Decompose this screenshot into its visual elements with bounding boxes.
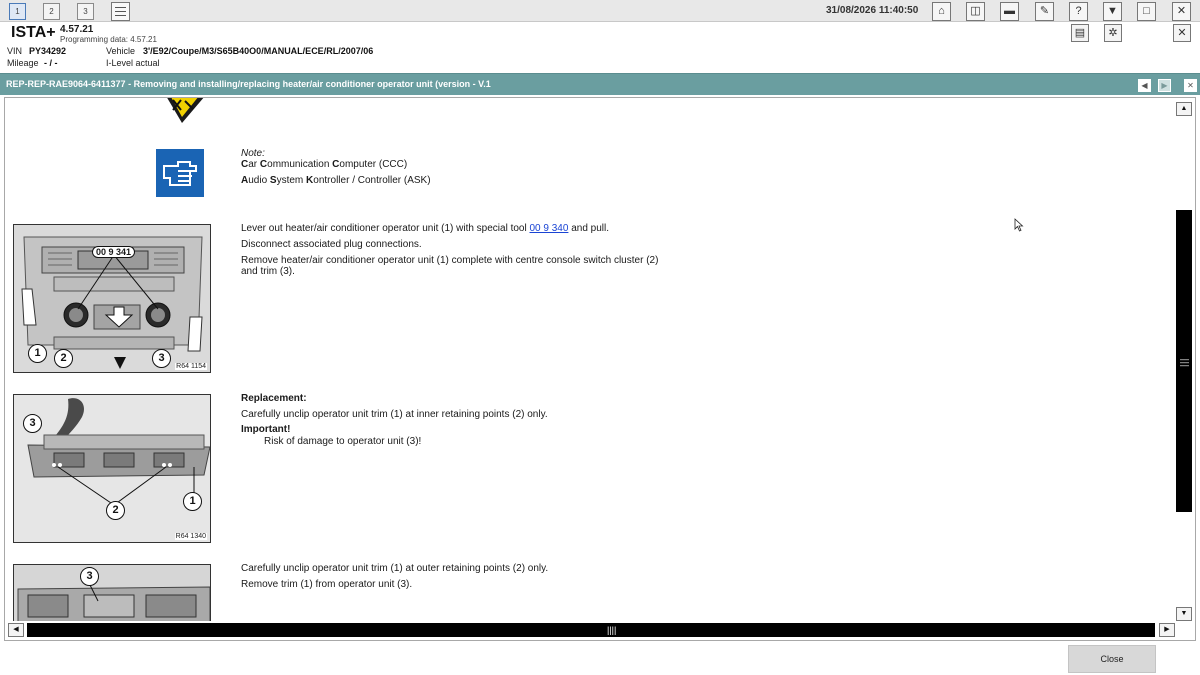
horizontal-scroll-thumb[interactable]: |||| [27,623,1155,637]
step2-line1: Carefully unclip operator unit trim (1) … [241,409,548,420]
close-button[interactable]: Close [1068,645,1156,673]
datetime: 31/08/2026 11:40:50 [826,5,919,16]
callout-2: 2 [106,501,125,520]
mouse-cursor-icon [1014,218,1024,232]
step1-line1-post: and pull. [568,223,610,234]
tab-1[interactable]: 1 [9,3,26,20]
note-line-2: Audio System Kontroller / Controller (AS… [241,175,431,186]
ilevel-label: I-Level actual [106,58,160,68]
tool-label: 00 9 341 [92,246,136,258]
save-icon[interactable]: ▼ [1103,2,1122,21]
gear-icon[interactable]: ✲ [1104,24,1122,42]
figure-r64-1340: 3 2 1 R64 1340 [13,394,211,543]
scroll-right-icon[interactable]: ▶ [1159,623,1175,637]
step3-line2: Remove trim (1) from operator unit (3). [241,579,413,590]
note-text: ontroller / Controller (ASK) [313,175,431,186]
scroll-left-icon[interactable]: ◀ [8,623,24,637]
callout-3: 3 [80,567,99,586]
step1-line4: and trim (3). [241,266,295,277]
note-text: udio [248,175,270,186]
trim-illustration [14,565,210,621]
note-text: ar [248,159,260,170]
document-icon[interactable]: ▤ [1071,24,1089,42]
document-title: REP-REP-RAE9064-6411377 - Removing and i… [6,79,491,89]
top-toolbar: 1 2 3 31/08/2026 11:40:50 ⌂ ◫ ▬ ✎ ? ▼ □ … [0,0,1200,22]
vehicle-value: 3'/E92/Coupe/M3/S65B40O0/MANUAL/ECE/RL/2… [143,46,374,56]
tab-3[interactable]: 3 [77,3,94,20]
note-hand-icon [156,149,204,197]
app-version: 4.57.21 [60,24,94,35]
home-icon[interactable]: ⌂ [932,2,951,21]
special-tool-link[interactable]: 00 9 340 [530,223,569,234]
mileage-value: - / - [44,58,58,68]
note-text: omputer (CCC) [339,159,408,170]
wrench-icon[interactable]: ✎ [1035,2,1054,21]
tab-2[interactable]: 2 [43,3,60,20]
figure-r64-1154: 00 9 341 1 2 3 R64 1154 [13,224,211,373]
callout-1: 1 [28,344,47,363]
step1-line2: Disconnect associated plug connections. [241,239,422,250]
vin-label: VIN [7,46,23,56]
close-icon[interactable]: ✕ [1172,2,1191,21]
document-titlebar: REP-REP-RAE9064-6411377 - Removing and i… [0,73,1200,95]
step1-line1: Lever out heater/air conditioner operato… [241,223,609,234]
close-vehicle-icon[interactable]: ✕ [1173,24,1191,42]
step1-line3: Remove heater/air conditioner operator u… [241,255,659,266]
note-line-1: Car Communication Computer (CCC) [241,159,407,170]
figure-code: R64 1340 [174,533,207,540]
scroll-down-icon[interactable]: ▼ [1176,607,1192,621]
operator-unit-illustration [14,395,210,542]
compare-icon[interactable]: ◫ [966,2,985,21]
step3-line1: Carefully unclip operator unit trim (1) … [241,563,549,574]
help-icon[interactable]: ? [1069,2,1088,21]
replacement-heading: Replacement: [241,393,307,404]
document-viewer: Note: Car Communication Computer (CCC) A… [4,97,1196,641]
figure-operator-unit-trim: 3 [13,564,211,621]
horizontal-scrollbar[interactable]: ◀ |||| ▶ [7,622,1175,638]
programming-data: Programming data: 4.57.21 [60,35,157,44]
list-view-icon[interactable] [111,2,130,21]
window-icon[interactable]: □ [1137,2,1156,21]
close-document-icon[interactable]: ✕ [1184,79,1197,92]
vehicle-label: Vehicle [106,46,136,56]
note-text: ystem [276,175,307,186]
callout-1: 1 [183,492,202,511]
callout-3: 3 [152,349,171,368]
note-label: Note: [241,148,265,159]
note-initial: S [269,175,277,186]
callout-2: 2 [54,349,73,368]
mileage-label: Mileage [7,58,39,68]
important-label: Important! [241,424,291,435]
app-name: ISTA+ [11,24,56,41]
vehicle-header: ISTA+ 4.57.21 Programming data: 4.57.21 … [0,22,1200,71]
note-text: ommunication [267,159,333,170]
vertical-scroll-thumb[interactable]: — — — [1176,210,1192,512]
warning-icon [167,98,204,123]
step1-line1-text: Lever out heater/air conditioner operato… [241,223,530,234]
figure-code: R64 1154 [175,363,207,370]
document-content: Note: Car Communication Computer (CCC) A… [5,98,1173,621]
previous-icon[interactable]: ◀ [1138,79,1151,92]
next-icon[interactable]: ▶ [1158,79,1171,92]
scroll-up-icon[interactable]: ▲ [1176,102,1192,116]
vin-value: PY34292 [29,46,67,56]
step2-line2: Risk of damage to operator unit (3)! [264,436,422,447]
vertical-scrollbar[interactable]: ▲ — — — ▼ [1175,102,1193,621]
vehicle-icon[interactable]: ▬ [1000,2,1019,21]
callout-3: 3 [23,414,42,433]
